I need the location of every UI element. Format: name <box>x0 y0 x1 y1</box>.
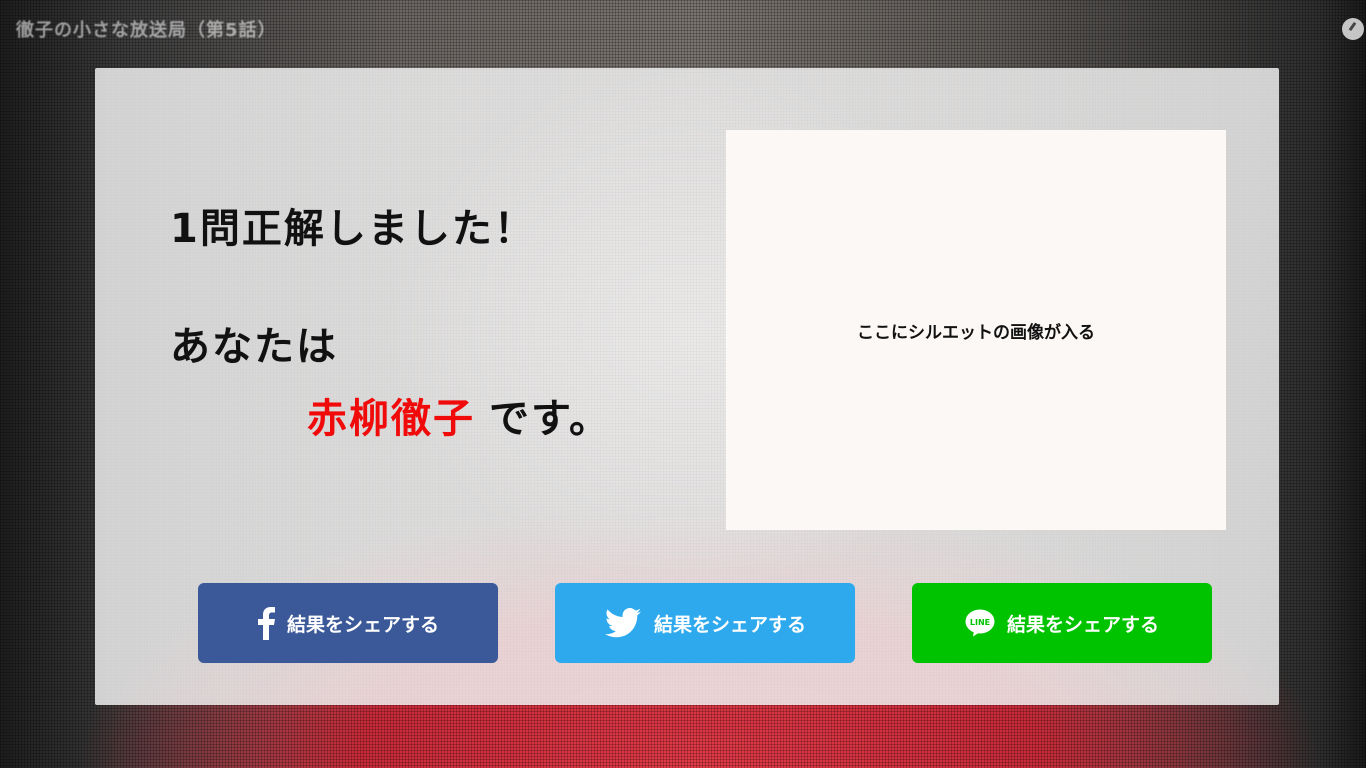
share-line-button[interactable]: LINE 結果をシェアする <box>912 583 1212 663</box>
share-facebook-button[interactable]: 結果をシェアする <box>198 583 498 663</box>
silhouette-image-placeholder: ここにシルエットの画像が入る <box>726 130 1226 530</box>
facebook-icon <box>257 606 275 640</box>
result-character-name: 赤柳徹子 <box>307 396 475 442</box>
silhouette-placeholder-text: ここにシルエットの画像が入る <box>857 322 1095 343</box>
video-title: 徹子の小さな放送局（第5話） <box>16 20 277 41</box>
share-line-label: 結果をシェアする <box>1006 613 1159 636</box>
clock-icon[interactable] <box>1342 18 1364 40</box>
share-twitter-button[interactable]: 結果をシェアする <box>555 583 855 663</box>
svg-text:LINE: LINE <box>970 618 990 627</box>
share-facebook-label: 結果をシェアする <box>286 613 439 636</box>
video-stage: 徹子の小さな放送局（第5話） 1問正解しました！ あなたは 赤柳徹子 です。 ここ… <box>0 0 1366 768</box>
result-name-line: 赤柳徹子 です。 <box>307 386 611 444</box>
line-icon: LINE <box>965 609 995 637</box>
share-twitter-label: 結果をシェアする <box>653 613 806 636</box>
result-panel: 1問正解しました！ あなたは 赤柳徹子 です。 ここにシルエットの画像が入る 結果… <box>95 68 1279 705</box>
result-heading: 1問正解しました！ <box>170 206 536 252</box>
you-are-text: あなたは <box>170 324 338 370</box>
result-suffix: です。 <box>489 396 611 442</box>
twitter-bird-icon <box>604 608 642 638</box>
